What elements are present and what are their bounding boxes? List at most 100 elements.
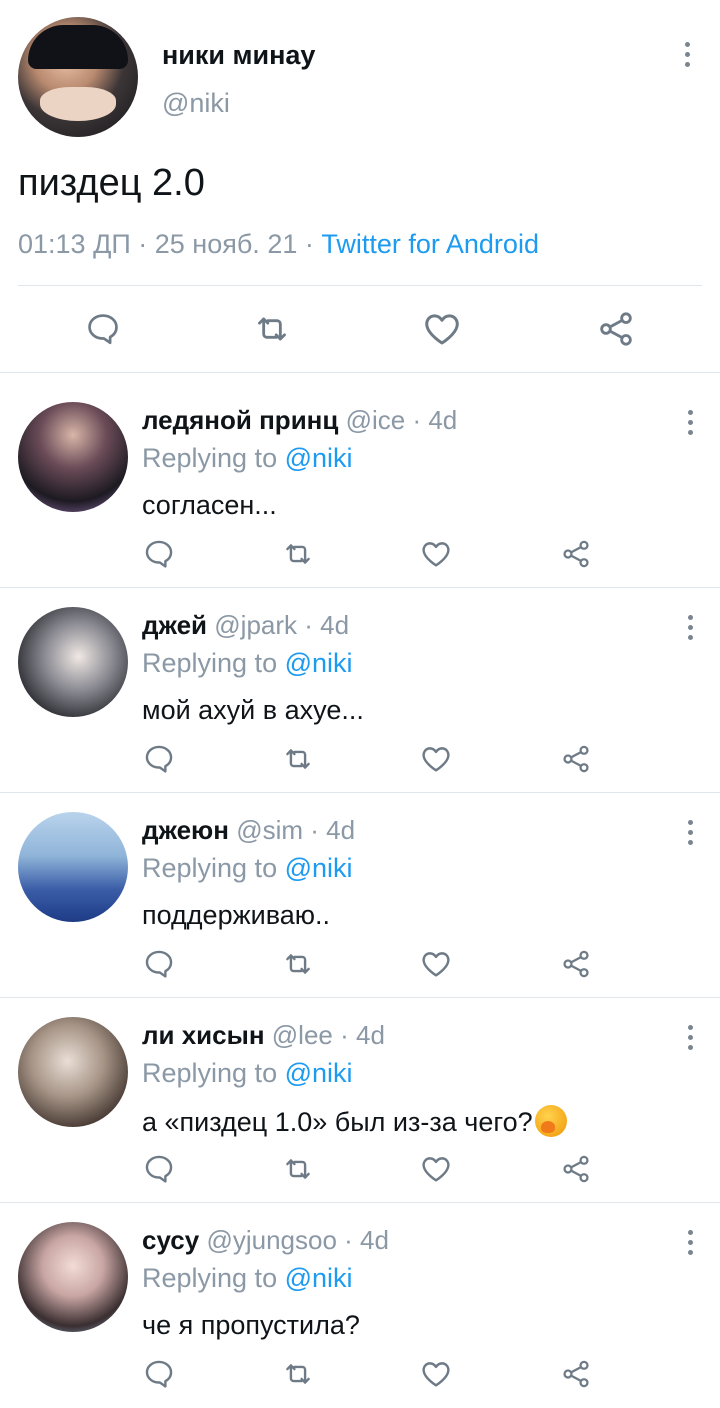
heart-icon: [422, 747, 450, 772]
reply-tweet[interactable]: ледяной принц @ice · 4d Replying to @nik…: [0, 372, 720, 577]
speech-bubble-icon: [145, 745, 173, 773]
like-button[interactable]: [417, 1150, 455, 1188]
like-button[interactable]: [417, 1355, 455, 1393]
reply-button[interactable]: [140, 1150, 178, 1188]
replying-to: Replying to @niki: [142, 443, 353, 474]
reply-button[interactable]: [140, 945, 178, 983]
replying-to-label: Replying to: [142, 648, 285, 678]
mention-link[interactable]: @niki: [285, 443, 353, 473]
more-options-icon[interactable]: [683, 1230, 697, 1255]
reply-header: джей @jpark · 4d: [142, 610, 349, 641]
reply-tweet[interactable]: джеюн @sim · 4d Replying to @niki поддер…: [0, 782, 720, 987]
share-button[interactable]: [558, 1151, 594, 1187]
reply-author-name[interactable]: джей: [142, 610, 207, 640]
reply-author-name[interactable]: ледяной принц: [142, 405, 338, 435]
reply-age: · 4d: [303, 815, 356, 845]
avatar[interactable]: [18, 607, 128, 717]
retweet-icon: [286, 954, 310, 974]
share-button[interactable]: [558, 1356, 594, 1392]
tweet-source-link[interactable]: Twitter for Android: [321, 229, 539, 259]
share-button[interactable]: [558, 741, 594, 777]
avatar[interactable]: [18, 812, 128, 922]
author-handle[interactable]: @niki: [162, 88, 230, 119]
mention-link[interactable]: @niki: [285, 648, 353, 678]
reply-author-handle[interactable]: @ice: [346, 405, 406, 435]
avatar[interactable]: [18, 1017, 128, 1127]
heart-icon: [422, 952, 450, 977]
tweet-date: 25 нояб. 21: [154, 229, 298, 259]
reply-button[interactable]: [140, 535, 178, 573]
tweet-time: 01:13 ДП: [18, 229, 131, 259]
avatar[interactable]: [18, 402, 128, 512]
reply-header: ли хисын @lee · 4d: [142, 1020, 385, 1051]
reply-tweet[interactable]: сусу @yjungsoo · 4d Replying to @niki че…: [0, 1192, 720, 1397]
retweet-icon: [286, 1364, 310, 1384]
reply-header: ледяной принц @ice · 4d: [142, 405, 457, 436]
more-options-icon[interactable]: [680, 42, 694, 67]
like-button[interactable]: [417, 740, 455, 778]
speech-bubble-icon: [145, 1155, 173, 1183]
reply-author-name[interactable]: джеюн: [142, 815, 229, 845]
meta-separator: ·: [297, 229, 322, 259]
reply-text-line: а «пиздец 1.0» был из-за чего?: [142, 1105, 567, 1138]
retweet-icon: [286, 544, 310, 564]
reply-text: поддерживаю..: [142, 900, 331, 930]
more-options-icon[interactable]: [683, 1025, 697, 1050]
mention-link[interactable]: @niki: [285, 1263, 353, 1293]
reply-tweet[interactable]: джей @jpark · 4d Replying to @niki мой а…: [0, 577, 720, 782]
retweet-button[interactable]: [279, 740, 317, 778]
replying-to: Replying to @niki: [142, 1058, 353, 1089]
speech-bubble-icon: [145, 950, 173, 978]
share-icon: [563, 540, 589, 568]
reply-tweet[interactable]: ли хисын @lee · 4d Replying to @niki а «…: [0, 987, 720, 1192]
retweet-button[interactable]: [279, 1150, 317, 1188]
reply-button[interactable]: [82, 308, 124, 350]
avatar[interactable]: [18, 1222, 128, 1332]
meta-separator: ·: [130, 229, 155, 259]
replying-to-label: Replying to: [142, 1263, 285, 1293]
like-button[interactable]: [420, 307, 464, 351]
retweet-button[interactable]: [251, 308, 293, 350]
share-icon: [600, 312, 632, 346]
share-button[interactable]: [558, 536, 594, 572]
retweet-icon: [258, 317, 286, 341]
more-options-icon[interactable]: [683, 615, 697, 640]
speech-bubble-icon: [88, 314, 118, 345]
more-options-icon[interactable]: [683, 820, 697, 845]
retweet-button[interactable]: [279, 945, 317, 983]
retweet-button[interactable]: [279, 1355, 317, 1393]
share-button[interactable]: [594, 307, 638, 351]
mention-link[interactable]: @niki: [285, 853, 353, 883]
replying-to-label: Replying to: [142, 1058, 285, 1088]
author-name[interactable]: ники минау: [162, 40, 315, 71]
speech-bubble-icon: [145, 1360, 173, 1388]
reply-author-handle[interactable]: @jpark: [214, 610, 297, 640]
avatar[interactable]: [18, 17, 138, 137]
reply-age: · 4d: [297, 610, 350, 640]
reply-author-name[interactable]: сусу: [142, 1225, 199, 1255]
like-button[interactable]: [417, 945, 455, 983]
reply-author-handle[interactable]: @sim: [236, 815, 303, 845]
main-tweet: ники минау @niki пиздец 2.0 01:13 ДП · 2…: [0, 0, 720, 372]
reply-button[interactable]: [140, 740, 178, 778]
tweet-text: пиздец 2.0: [18, 162, 205, 204]
reply-button[interactable]: [140, 1355, 178, 1393]
heart-icon: [425, 314, 459, 345]
reply-age: · 4d: [405, 405, 458, 435]
like-button[interactable]: [417, 535, 455, 573]
share-icon: [563, 745, 589, 773]
retweet-button[interactable]: [279, 535, 317, 573]
share-button[interactable]: [558, 946, 594, 982]
reply-text: мой ахуй в ахуе...: [142, 695, 364, 725]
reply-author-handle[interactable]: @yjungsoo: [206, 1225, 336, 1255]
more-options-icon[interactable]: [683, 410, 697, 435]
reply-header: джеюн @sim · 4d: [142, 815, 355, 846]
reply-text: согласен...: [142, 490, 277, 520]
reply-text: че я пропустила?: [142, 1310, 360, 1340]
share-icon: [563, 950, 589, 978]
reply-author-name[interactable]: ли хисын: [142, 1020, 265, 1050]
replying-to: Replying to @niki: [142, 648, 353, 679]
reply-author-handle[interactable]: @lee: [272, 1020, 333, 1050]
mention-link[interactable]: @niki: [285, 1058, 353, 1088]
replying-to: Replying to @niki: [142, 1263, 353, 1294]
